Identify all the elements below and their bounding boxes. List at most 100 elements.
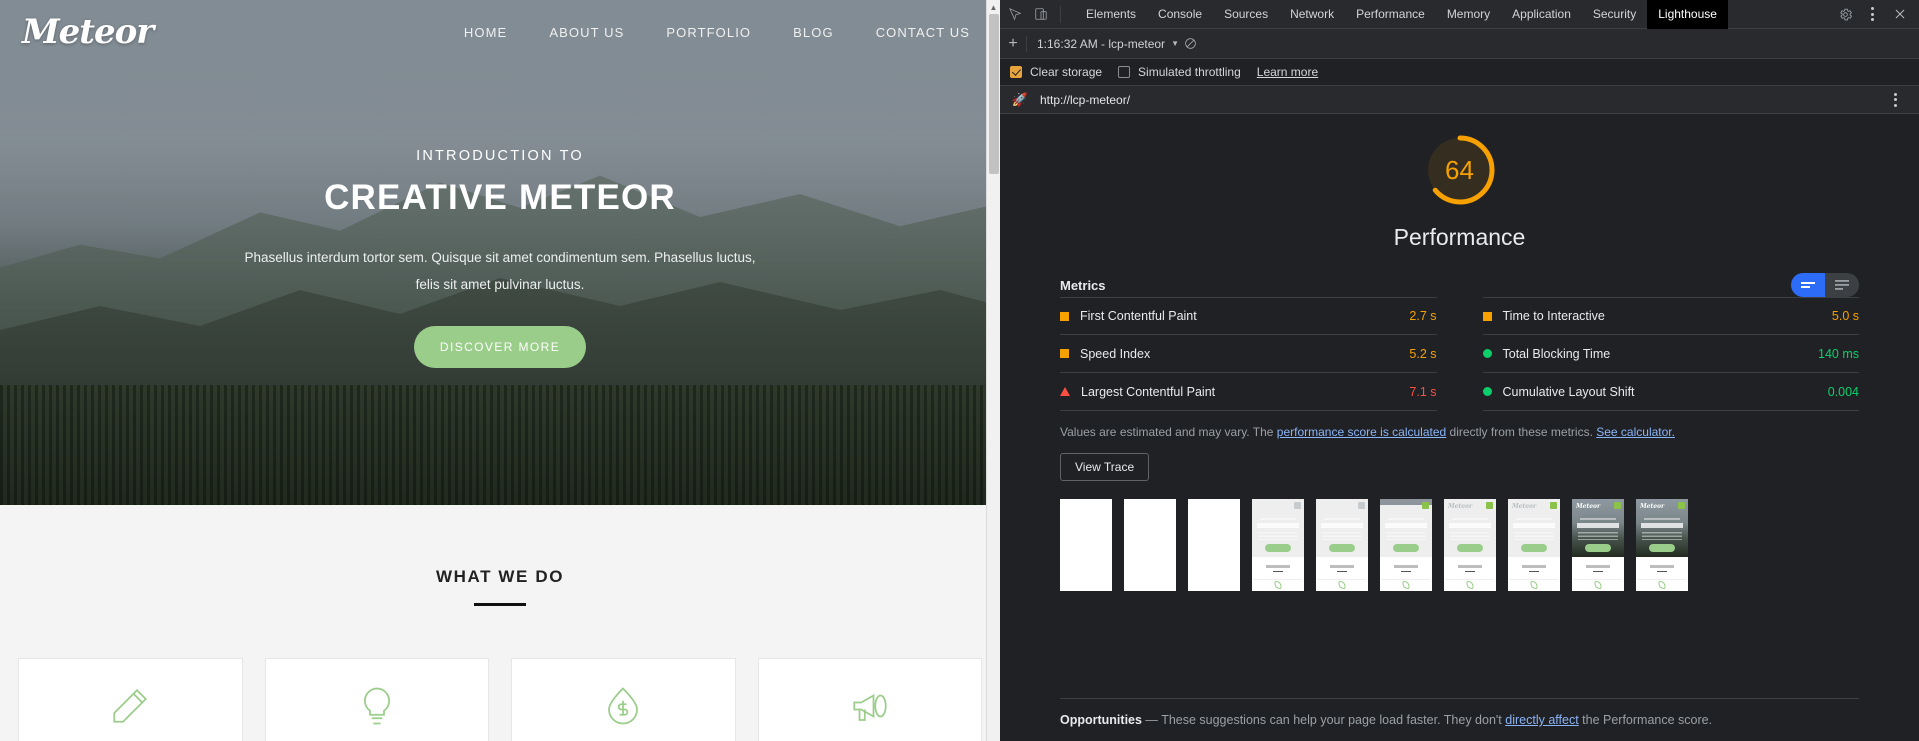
opportunities-title: Opportunities — [1060, 713, 1142, 727]
frame-hero — [1124, 499, 1176, 557]
nav-item-portfolio[interactable]: PORTFOLIO — [666, 25, 751, 40]
page-scrollbar[interactable]: ▲ — [986, 0, 1000, 741]
frame-section-rule — [1657, 571, 1667, 572]
metric-row[interactable]: Total Blocking Time 140 ms — [1483, 335, 1860, 373]
tab-sources[interactable]: Sources — [1213, 0, 1279, 29]
service-card[interactable] — [18, 658, 243, 741]
metric-value: 5.0 s — [1832, 309, 1859, 323]
close-icon[interactable] — [1886, 0, 1913, 29]
frame-badge — [1550, 502, 1557, 509]
scrollbar-up-arrow[interactable]: ▲ — [987, 0, 1000, 14]
metric-row[interactable]: Largest Contentful Paint 7.1 s — [1060, 373, 1437, 411]
metric-row[interactable]: Speed Index 5.2 s — [1060, 335, 1437, 373]
metric-value: 0.004 — [1828, 385, 1859, 399]
frame-card-icon — [1275, 581, 1282, 589]
tab-console[interactable]: Console — [1147, 0, 1213, 29]
directly-affect-link[interactable]: directly affect — [1505, 713, 1578, 727]
frame-paragraph — [1322, 532, 1362, 540]
tab-memory[interactable]: Memory — [1436, 0, 1501, 29]
frame-eyebrow — [1452, 518, 1488, 520]
status-circle-icon — [1483, 349, 1492, 358]
clear-storage-checkbox[interactable] — [1010, 66, 1022, 78]
nav-links: HOME ABOUT US PORTFOLIO BLOG CONTACT US — [464, 25, 970, 40]
metric-value: 7.1 s — [1409, 385, 1436, 399]
see-calculator-link[interactable]: See calculator. — [1596, 425, 1675, 439]
device-toolbar-icon[interactable] — [1027, 0, 1054, 29]
frame-eyebrow — [1580, 518, 1616, 520]
service-card[interactable] — [265, 658, 490, 741]
view-trace-button[interactable]: View Trace — [1060, 453, 1149, 481]
filmstrip-frame — [1316, 499, 1368, 591]
frame-section-rule — [1273, 571, 1283, 572]
tab-security[interactable]: Security — [1582, 0, 1647, 29]
metrics-view-toggle — [1791, 273, 1859, 297]
opportunities-divider — [1060, 698, 1859, 699]
score-calculated-link[interactable]: performance score is calculated — [1277, 425, 1446, 439]
filmstrip-frame: Meteor — [1508, 499, 1560, 591]
new-report-button[interactable]: + — [1000, 35, 1026, 53]
frame-paragraph — [1386, 532, 1426, 540]
metric-row[interactable]: Cumulative Layout Shift 0.004 — [1483, 373, 1860, 411]
filmstrip-frame: Meteor — [1572, 499, 1624, 591]
metric-row[interactable]: Time to Interactive 5.0 s — [1483, 297, 1860, 335]
scrollbar-thumb[interactable] — [989, 14, 999, 174]
devtools-tabbar: Elements Console Sources Network Perform… — [1000, 0, 1919, 29]
frame-eyebrow — [1644, 518, 1680, 520]
tab-elements[interactable]: Elements — [1075, 0, 1147, 29]
frame-paragraph — [1258, 532, 1298, 540]
frame-title — [1321, 523, 1363, 528]
performance-gauge-label: Performance — [1000, 224, 1919, 251]
report-selector[interactable]: 1:16:32 AM - lcp-meteor ▼ — [1037, 37, 1179, 51]
site-logo[interactable]: Meteor — [22, 12, 153, 52]
service-card[interactable] — [758, 658, 983, 741]
kebab-menu-icon[interactable] — [1859, 0, 1886, 29]
site-navbar: Meteor HOME ABOUT US PORTFOLIO BLOG CONT… — [0, 0, 1000, 64]
inspect-element-icon[interactable] — [1000, 0, 1027, 29]
tab-network[interactable]: Network — [1279, 0, 1345, 29]
filmstrip-frame — [1124, 499, 1176, 591]
service-card[interactable] — [511, 658, 736, 741]
tab-performance[interactable]: Performance — [1345, 0, 1436, 29]
no-entry-icon[interactable] — [1179, 37, 1203, 50]
tab-lighthouse[interactable]: Lighthouse — [1647, 0, 1728, 29]
nav-item-home[interactable]: HOME — [464, 25, 507, 40]
performance-score: 64 — [1422, 132, 1498, 208]
discover-more-button[interactable]: DISCOVER MORE — [414, 326, 586, 368]
status-triangle-icon — [1060, 387, 1070, 396]
frame-card-icon — [1595, 581, 1602, 589]
filmstrip-frame — [1252, 499, 1304, 591]
status-circle-icon — [1483, 387, 1492, 396]
frame-paragraph — [1514, 532, 1554, 540]
devtools-pane: Elements Console Sources Network Perform… — [1000, 0, 1919, 741]
metric-value: 5.2 s — [1409, 347, 1436, 361]
lightbulb-icon — [356, 685, 398, 727]
view-trace-wrap: View Trace — [1000, 439, 1919, 481]
estimate-middle: directly from these metrics. — [1446, 425, 1596, 439]
status-square-icon — [1060, 349, 1069, 358]
metric-name: Speed Index — [1080, 347, 1150, 361]
frame-badge — [1294, 502, 1301, 509]
hero-section: Meteor HOME ABOUT US PORTFOLIO BLOG CONT… — [0, 0, 1000, 505]
frame-badge — [1614, 502, 1621, 509]
simulated-throttling-checkbox[interactable] — [1118, 66, 1130, 78]
nav-item-about-us[interactable]: ABOUT US — [549, 25, 624, 40]
hero-content: INTRODUCTION TO CREATIVE METEOR Phasellu… — [0, 148, 1000, 368]
frame-logo: Meteor — [1448, 503, 1472, 510]
nav-item-blog[interactable]: BLOG — [793, 25, 834, 40]
toolbar-divider — [1060, 6, 1061, 23]
estimate-note: Values are estimated and may vary. The p… — [1000, 411, 1919, 439]
frame-cta — [1393, 544, 1419, 552]
list-view-icon[interactable] — [1825, 273, 1859, 297]
tab-application[interactable]: Application — [1501, 0, 1582, 29]
frame-card-icon — [1659, 581, 1666, 589]
frame-section-title — [1266, 565, 1290, 568]
gear-icon[interactable] — [1832, 0, 1859, 29]
learn-more-link[interactable]: Learn more — [1257, 65, 1318, 79]
frame-cta — [1457, 544, 1483, 552]
audited-url[interactable]: http://lcp-meteor/ — [1040, 93, 1130, 107]
metric-row[interactable]: First Contentful Paint 2.7 s — [1060, 297, 1437, 335]
expanded-view-icon[interactable] — [1791, 273, 1825, 297]
section-title: WHAT WE DO — [0, 567, 1000, 587]
nav-item-contact-us[interactable]: CONTACT US — [876, 25, 970, 40]
report-kebab-menu-icon[interactable] — [1882, 85, 1909, 114]
